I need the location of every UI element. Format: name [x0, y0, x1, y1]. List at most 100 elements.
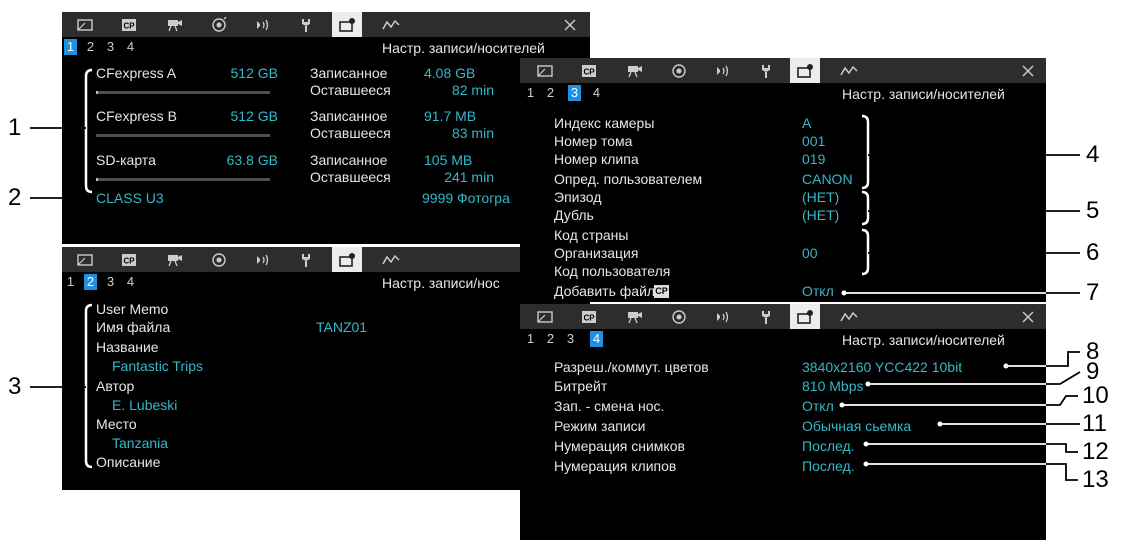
- panel-page-4: CP 1 2 3 4 Настр. записи/носителей Разре…: [520, 304, 1046, 540]
- title-value[interactable]: Fantastic Trips: [112, 358, 203, 375]
- resolution-color-label: Разреш./коммут. цветов: [554, 359, 709, 375]
- camera-icon[interactable]: [624, 58, 646, 83]
- relay-record-value[interactable]: Откл: [802, 398, 834, 415]
- audio-icon[interactable]: [252, 12, 274, 37]
- relay-record-label: Зап. - смена нос.: [554, 398, 665, 414]
- clip-number-value[interactable]: 019: [802, 151, 825, 168]
- user-defined-value[interactable]: CANON: [802, 171, 853, 188]
- panel-page-2: CP 1 2 3 4 Настр. записи/нос User Memo И…: [62, 247, 590, 490]
- page-tab-4[interactable]: 4: [124, 274, 137, 290]
- media-name-cfexpress-a: CFexpress A: [96, 65, 177, 81]
- display-icon[interactable]: [534, 304, 556, 329]
- cp-icon[interactable]: CP: [118, 247, 140, 272]
- wrench-icon[interactable]: [755, 58, 777, 83]
- close-icon[interactable]: [1020, 304, 1036, 329]
- audio-icon[interactable]: [252, 247, 274, 272]
- network-icon[interactable]: [838, 304, 860, 329]
- network-icon[interactable]: [838, 58, 860, 83]
- custom-picture-icon[interactable]: [208, 12, 230, 37]
- recording-media-icon[interactable]: [332, 247, 362, 272]
- author-value[interactable]: E. Lubeski: [112, 397, 177, 414]
- cp-icon[interactable]: CP: [118, 12, 140, 37]
- page-tabs: 1 2 3 4 Настр. записи/носителей: [520, 329, 1046, 349]
- media-usage-bar: [96, 178, 270, 181]
- media-size-sd-card: 63.8 GB: [226, 152, 278, 168]
- panel-page-3: CP 1 2 3 4 Настр. записи/носителей Индек…: [520, 58, 1046, 302]
- custom-picture-icon[interactable]: [668, 58, 690, 83]
- page-tab-4[interactable]: 4: [590, 331, 603, 347]
- page-tab-1[interactable]: 1: [64, 39, 77, 55]
- organization-label: Организация: [554, 245, 639, 261]
- callout-11: 11: [1082, 410, 1107, 437]
- title-label: Название: [96, 339, 159, 355]
- display-icon[interactable]: [74, 247, 96, 272]
- recorded-label: Записанное: [310, 65, 388, 81]
- audio-icon[interactable]: [712, 58, 734, 83]
- network-icon[interactable]: [380, 247, 402, 272]
- page-tab-2[interactable]: 2: [544, 331, 557, 347]
- icon-bar: CP: [62, 247, 590, 272]
- custom-picture-icon[interactable]: [208, 247, 230, 272]
- page-tab-4[interactable]: 4: [124, 39, 137, 55]
- photo-numbering-label: Нумерация снимков: [554, 438, 685, 454]
- display-icon[interactable]: [74, 12, 96, 37]
- camera-icon[interactable]: [164, 12, 186, 37]
- wrench-icon[interactable]: [295, 12, 317, 37]
- cp-icon[interactable]: CP: [578, 58, 600, 83]
- close-icon[interactable]: [1020, 58, 1036, 83]
- page-tab-4[interactable]: 4: [590, 85, 603, 101]
- user-code-label: Код пользователя: [554, 263, 671, 279]
- camera-index-value[interactable]: A: [802, 115, 811, 132]
- organization-value[interactable]: 00: [802, 245, 818, 262]
- camera-icon[interactable]: [164, 247, 186, 272]
- cp-icon[interactable]: CP: [578, 304, 600, 329]
- recorded-value: 4.08 GB: [424, 65, 476, 81]
- clip-numbering-value[interactable]: Послед.: [802, 458, 855, 475]
- wrench-icon[interactable]: [295, 247, 317, 272]
- callout-1: 1: [8, 114, 22, 141]
- bitrate-value[interactable]: 810 Mbps: [802, 378, 863, 395]
- clip-numbering-label: Нумерация клипов: [554, 458, 677, 474]
- callout-10: 10: [1082, 382, 1109, 409]
- network-icon[interactable]: [380, 12, 402, 37]
- photo-numbering-value[interactable]: Послед.: [802, 438, 855, 455]
- add-file-value[interactable]: Откл: [802, 283, 834, 300]
- media-usage-bar: [96, 134, 270, 137]
- camera-icon[interactable]: [624, 304, 646, 329]
- page-tab-2[interactable]: 2: [84, 274, 97, 290]
- page-tab-3[interactable]: 3: [104, 39, 117, 55]
- recorded-value: 105 MB: [424, 152, 473, 168]
- callout-12: 12: [1082, 438, 1109, 465]
- resolution-color-value[interactable]: 3840x2160 YCC422 10bit: [802, 359, 962, 376]
- svg-text:CP: CP: [583, 67, 595, 76]
- file-name-value[interactable]: TANZ01: [316, 319, 367, 336]
- remaining-value: 83 min: [451, 125, 494, 141]
- recording-mode-value[interactable]: Обычная сьемка: [802, 418, 911, 435]
- page-tab-1[interactable]: 1: [524, 85, 537, 101]
- audio-icon[interactable]: [712, 304, 734, 329]
- page-tab-3[interactable]: 3: [568, 85, 581, 101]
- description-label: Описание: [96, 454, 161, 470]
- close-icon[interactable]: [562, 12, 578, 37]
- recording-media-icon[interactable]: [790, 304, 820, 329]
- wrench-icon[interactable]: [755, 304, 777, 329]
- reel-number-value[interactable]: 001: [802, 133, 825, 150]
- recording-media-icon[interactable]: [332, 12, 362, 37]
- svg-text:CP: CP: [583, 313, 595, 322]
- page-tab-3[interactable]: 3: [104, 274, 117, 290]
- page-tab-2[interactable]: 2: [84, 39, 97, 55]
- place-value[interactable]: Tanzania: [112, 435, 168, 452]
- cp-badge-icon: CP: [654, 285, 669, 298]
- page-tab-1[interactable]: 1: [64, 274, 77, 290]
- country-code-label: Код страны: [554, 227, 629, 243]
- custom-picture-icon[interactable]: [668, 304, 690, 329]
- display-icon[interactable]: [534, 58, 556, 83]
- take-value[interactable]: (НЕТ): [802, 207, 839, 224]
- page-tab-3[interactable]: 3: [564, 331, 577, 347]
- file-name-label: Имя файла: [96, 319, 171, 335]
- recording-media-icon[interactable]: [790, 58, 820, 83]
- page-tab-2[interactable]: 2: [544, 85, 557, 101]
- page-tab-1[interactable]: 1: [524, 331, 537, 347]
- callout-7: 7: [1086, 279, 1100, 306]
- scene-value[interactable]: (НЕТ): [802, 189, 839, 206]
